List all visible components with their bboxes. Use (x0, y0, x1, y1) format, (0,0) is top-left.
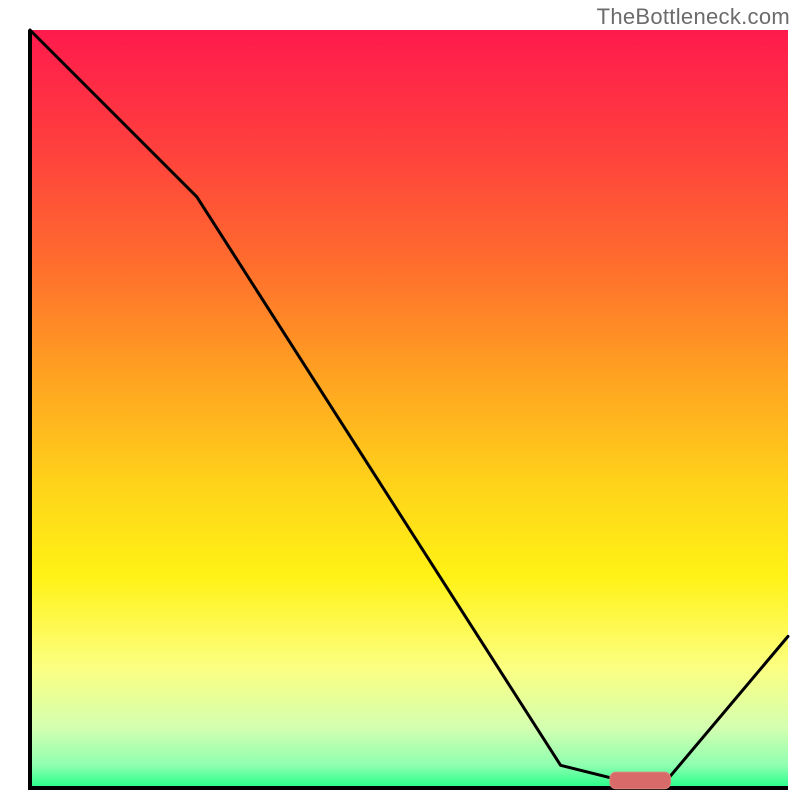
chart-svg (0, 0, 800, 800)
watermark-text: TheBottleneck.com (597, 4, 790, 30)
optimal-marker (610, 772, 671, 789)
bottleneck-chart-container: TheBottleneck.com (0, 0, 800, 800)
